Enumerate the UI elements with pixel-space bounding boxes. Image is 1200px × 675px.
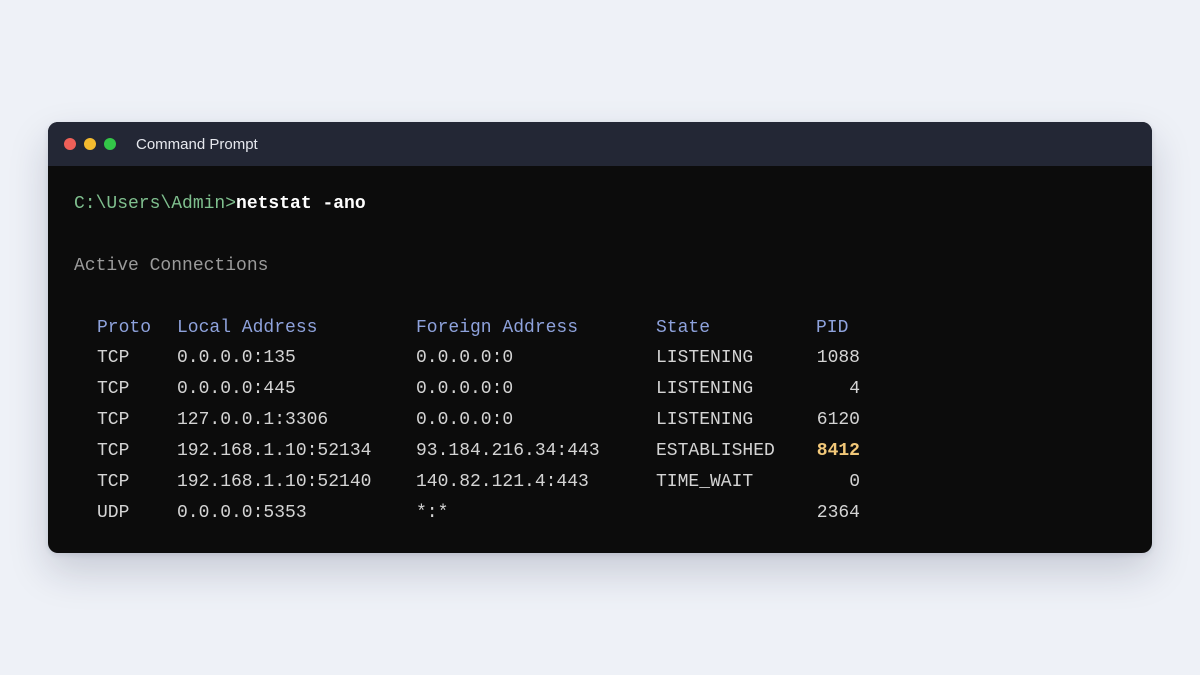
state-cell: LISTENING (656, 379, 754, 399)
pid-cell: 8412 (816, 441, 860, 461)
section-heading: Active Connections (74, 256, 269, 276)
pid-cell: 6120 (816, 410, 860, 430)
close-button[interactable] (64, 138, 76, 150)
foreign-address-cell: *:* (416, 503, 449, 523)
proto-cell: UDP (97, 503, 130, 523)
local-address-cell: 192.168.1.10:52134 (177, 441, 372, 461)
pid-cell: 2364 (816, 503, 860, 523)
state-cell: LISTENING (656, 410, 754, 430)
proto-cell: TCP (97, 379, 130, 399)
column-header-foreign-address: Foreign Address (416, 318, 579, 338)
column-header-pid: PID (816, 318, 849, 338)
prompt-path: C:\Users\Admin> (74, 194, 237, 214)
terminal-window: Command Prompt C:\Users\Admin>netstat -a… (48, 122, 1152, 553)
column-header-local-address: Local Address (177, 318, 318, 338)
local-address-cell: 0.0.0.0:135 (177, 348, 296, 368)
column-header-proto: Proto (97, 318, 152, 338)
foreign-address-cell: 140.82.121.4:443 (416, 472, 589, 492)
state-cell: TIME_WAIT (656, 472, 754, 492)
window-title: Command Prompt (136, 135, 258, 153)
minimize-button[interactable] (84, 138, 96, 150)
state-cell: ESTABLISHED (656, 441, 775, 461)
pid-cell: 0 (849, 472, 860, 492)
maximize-button[interactable] (104, 138, 116, 150)
pid-cell: 1088 (816, 348, 860, 368)
connections-table: Proto Local Address Foreign Address Stat… (74, 286, 1126, 523)
proto-cell: TCP (97, 410, 130, 430)
local-address-cell: 192.168.1.10:52140 (177, 472, 372, 492)
command-line: C:\Users\Admin>netstat -ano (74, 192, 366, 216)
pid-cell: 4 (849, 379, 860, 399)
foreign-address-cell: 0.0.0.0:0 (416, 348, 514, 368)
foreign-address-cell: 0.0.0.0:0 (416, 379, 514, 399)
proto-cell: TCP (97, 472, 130, 492)
foreign-address-cell: 0.0.0.0:0 (416, 410, 514, 430)
foreign-address-cell: 93.184.216.34:443 (416, 441, 600, 461)
proto-cell: TCP (97, 441, 130, 461)
state-cell: LISTENING (656, 348, 754, 368)
local-address-cell: 0.0.0.0:445 (177, 379, 296, 399)
command-text: netstat -ano (236, 194, 366, 214)
title-bar: Command Prompt (48, 122, 1152, 166)
proto-cell: TCP (97, 348, 130, 368)
terminal-output[interactable]: C:\Users\Admin>netstat -ano Active Conne… (74, 166, 1126, 553)
local-address-cell: 127.0.0.1:3306 (177, 410, 329, 430)
local-address-cell: 0.0.0.0:5353 (177, 503, 307, 523)
column-header-state: State (656, 318, 711, 338)
